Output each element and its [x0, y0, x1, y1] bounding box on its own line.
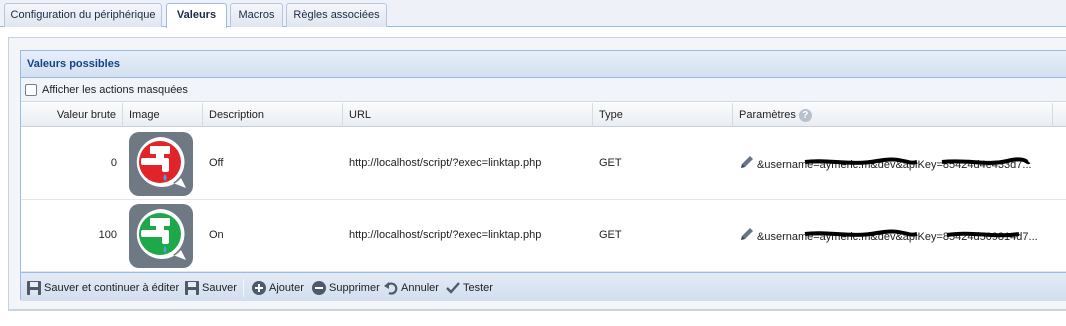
table-row[interactable]: 100 On http://localhost/script/?exec=lin…: [21, 200, 1066, 272]
col-raw-value-label: Valeur brute: [56, 109, 116, 121]
undo-icon: [384, 282, 398, 295]
type-cell: GET: [593, 128, 733, 200]
checkmark-icon: [446, 282, 460, 294]
url-cell: http://localhost/script/?exec=linktap.ph…: [343, 128, 593, 200]
pencil-icon[interactable]: [739, 154, 755, 170]
show-hidden-row: Afficher les actions masquées: [21, 78, 1066, 102]
col-image[interactable]: Image: [123, 103, 203, 127]
params-cell: &username=aymeric.m&dev&apiKey=85424d509…: [733, 200, 1053, 272]
bottom-divider: [8, 310, 1066, 311]
url-cell: http://localhost/script/?exec=linktap.ph…: [343, 200, 593, 272]
toolbar-separator: [243, 279, 244, 297]
grid-header: Valeur brute Image Description URL Type …: [21, 103, 1066, 127]
col-type-label: Type: [599, 109, 623, 121]
col-description-label: Description: [209, 109, 265, 121]
show-hidden-label[interactable]: Afficher les actions masquées: [42, 84, 188, 96]
minus-circle-icon: [312, 281, 326, 295]
type-text: GET: [599, 157, 622, 169]
water-tap-red-icon[interactable]: [129, 132, 193, 196]
pencil-icon[interactable]: [739, 226, 755, 242]
params-cell: &username=aymeric.m&dev&apiKey=85424d4e4…: [733, 128, 1053, 200]
save-button[interactable]: Sauver: [184, 280, 239, 296]
test-label: Tester: [463, 282, 493, 294]
raw-value-cell: 100: [21, 200, 123, 272]
description-text: Off: [209, 157, 224, 169]
raw-value: 0: [110, 157, 117, 169]
add-label: Ajouter: [269, 282, 304, 294]
floppy-icon: [185, 281, 199, 295]
save-continue-label: Sauver et continuer à éditer: [44, 282, 180, 294]
redaction-scribble: [804, 229, 1020, 238]
tab-associated-rules[interactable]: Règles associées: [286, 3, 387, 27]
test-button[interactable]: Tester: [445, 280, 500, 296]
save-continue-button[interactable]: Sauver et continuer à éditer: [26, 280, 181, 296]
image-cell: [123, 200, 203, 272]
save-label: Sauver: [202, 282, 237, 294]
cancel-button[interactable]: Annuler: [383, 280, 443, 296]
redaction-scribble: [804, 157, 1031, 165]
col-description[interactable]: Description: [203, 103, 343, 127]
panel-header: Valeurs possibles: [21, 51, 1066, 78]
add-button[interactable]: Ajouter: [251, 280, 306, 296]
url-text: http://localhost/script/?exec=linktap.ph…: [349, 229, 542, 241]
delete-button[interactable]: Supprimer: [311, 280, 381, 296]
delete-label: Supprimer: [329, 282, 380, 294]
action-toolbar: Sauver et continuer à éditer Sauver Ajou…: [21, 272, 1066, 301]
type-text: GET: [599, 229, 622, 241]
tab-device-config[interactable]: Configuration du périphérique: [4, 3, 162, 27]
show-hidden-checkbox[interactable]: [25, 84, 37, 96]
table-row[interactable]: 0 Off http://localhost/script/?exec=link…: [21, 128, 1066, 200]
raw-value: 100: [98, 229, 117, 241]
values-panel: Valeurs possibles Afficher les actions m…: [20, 50, 1066, 301]
description-text: On: [209, 229, 224, 241]
help-icon[interactable]: ?: [798, 108, 812, 122]
col-image-label: Image: [129, 109, 160, 121]
col-url-label: URL: [349, 109, 372, 121]
col-params[interactable]: Paramètres?: [733, 103, 1053, 127]
col-url[interactable]: URL: [343, 103, 593, 127]
description-cell: Off: [203, 128, 343, 200]
image-cell: [123, 128, 203, 200]
url-text: http://localhost/script/?exec=linktap.ph…: [349, 157, 542, 169]
col-raw-value[interactable]: Valeur brute: [21, 103, 123, 127]
description-cell: On: [203, 200, 343, 272]
cancel-label: Annuler: [401, 282, 439, 294]
raw-value-cell: 0: [21, 128, 123, 200]
tab-values[interactable]: Valeurs: [166, 3, 227, 28]
tab-strip: Configuration du périphérique Valeurs Ma…: [0, 0, 1066, 28]
col-params-label: Paramètres: [739, 109, 796, 121]
floppy-icon: [27, 281, 41, 295]
col-type[interactable]: Type: [593, 103, 733, 127]
water-tap-green-icon[interactable]: [129, 204, 193, 268]
panel-title: Valeurs possibles: [27, 58, 120, 70]
plus-circle-icon: [252, 281, 266, 295]
tab-macros[interactable]: Macros: [230, 3, 283, 27]
type-cell: GET: [593, 200, 733, 272]
